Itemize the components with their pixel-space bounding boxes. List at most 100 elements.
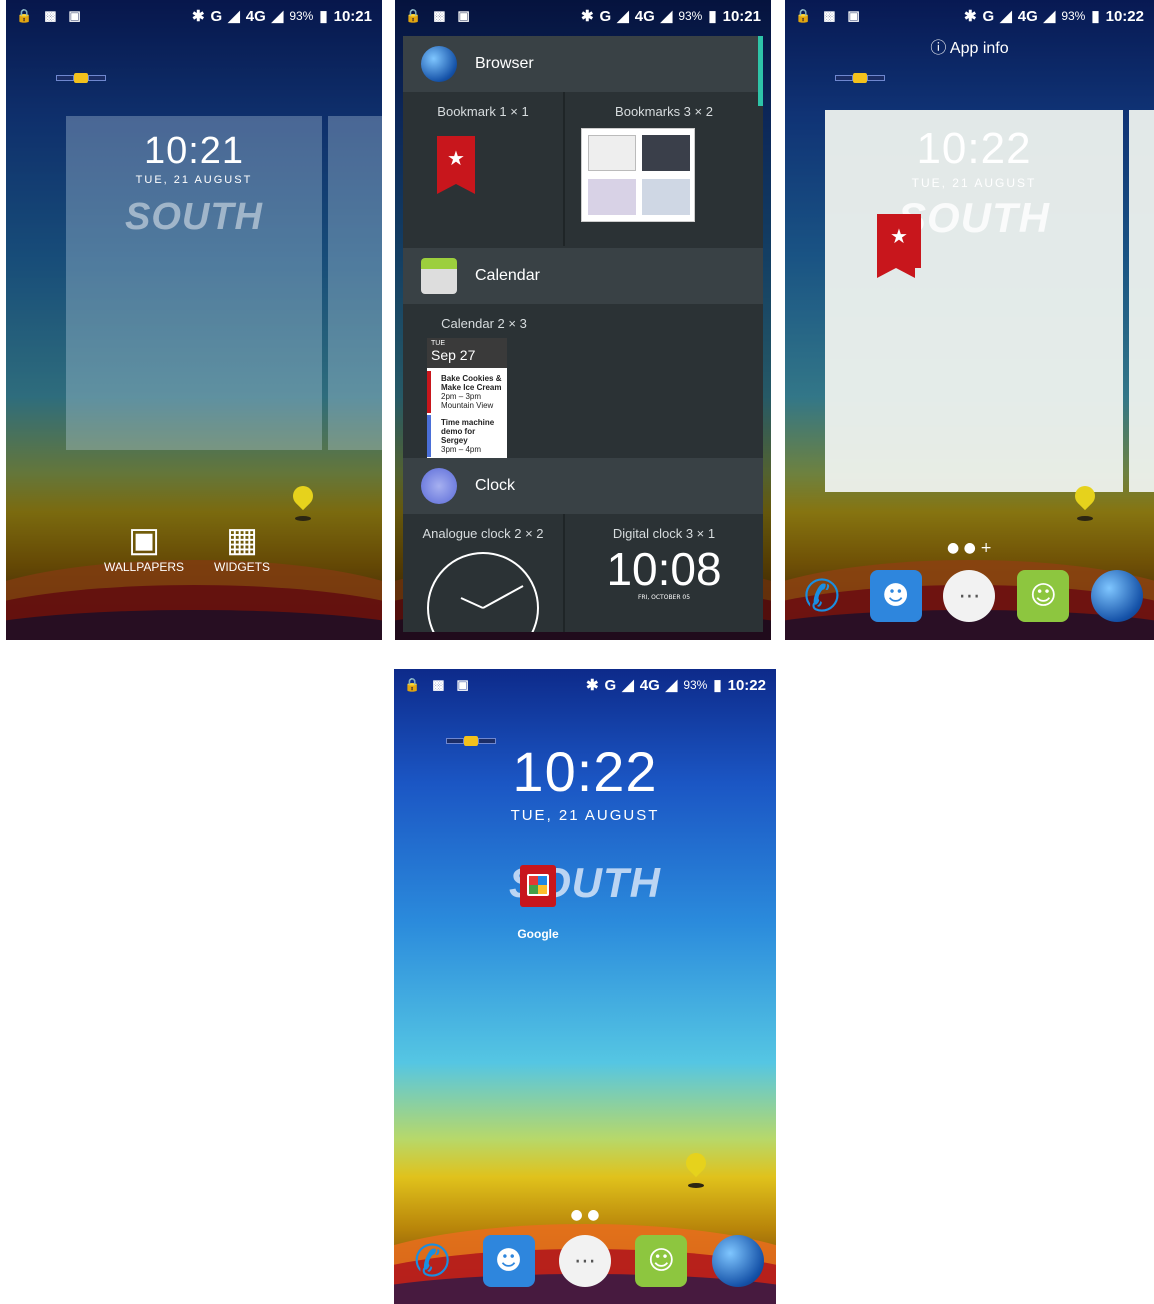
satellite-graphic bbox=[835, 70, 891, 86]
battery-icon: ▮ bbox=[1091, 8, 1100, 25]
wallpapers-button[interactable]: ▣ WALLPAPERS bbox=[104, 520, 184, 574]
google-shortcut-label: Google bbox=[517, 927, 559, 941]
bluetooth-icon: ✱ bbox=[580, 8, 594, 25]
clock-time: 10:22 bbox=[916, 124, 1032, 173]
home-page-preview[interactable]: 10:21 TUE, 21 AUGUST SOUTH bbox=[66, 116, 322, 450]
status-bar: 🔒 ▩ ▣ ✱ G ◢ 4G ◢ 93% ▮ 10:21 bbox=[6, 0, 382, 32]
network-type: G bbox=[599, 7, 612, 25]
battery-icon: ▮ bbox=[319, 8, 328, 25]
lock-icon: 🔒 bbox=[16, 8, 33, 23]
alert-icon: ▣ bbox=[457, 8, 470, 23]
widget-group-title: Clock bbox=[475, 477, 516, 494]
digital-clock-time: 10:08 bbox=[606, 543, 722, 595]
widgets-label: WIDGETS bbox=[214, 560, 270, 574]
bluetooth-icon: ✱ bbox=[963, 8, 977, 25]
status-bar: 🔒 ▩ ▣ ✱ G ◢ 4G ◢ 93% ▮ 10:21 bbox=[395, 0, 771, 32]
google-shortcut-icon[interactable] bbox=[520, 865, 556, 907]
widgets-icon: ▦ bbox=[225, 521, 259, 559]
apps-icon[interactable]: ⋯ bbox=[943, 570, 996, 622]
calendar-date: Sep 27 bbox=[431, 347, 476, 363]
bluetooth-icon: ✱ bbox=[191, 8, 205, 25]
calendar-icon bbox=[421, 258, 457, 294]
messaging-icon[interactable]: ☺ bbox=[1017, 570, 1070, 622]
battery-percent: 93% bbox=[1061, 9, 1086, 23]
browser-icon[interactable] bbox=[711, 1235, 764, 1287]
contacts-icon[interactable]: ☻ bbox=[482, 1235, 535, 1287]
widget-digital-clock[interactable]: Digital clock 3 × 1 10:08 FRI, OCTOBER 0… bbox=[565, 514, 763, 632]
network-4g: 4G bbox=[639, 676, 660, 694]
map-pin-graphic bbox=[288, 481, 318, 521]
widget-group-browser: Browser bbox=[403, 36, 763, 92]
phone-icon[interactable]: ✆ bbox=[406, 1235, 458, 1287]
event-title: Bake Cookies & Make Ice Cream bbox=[441, 374, 502, 392]
battery-icon: ▮ bbox=[708, 8, 717, 25]
signal-icon: ◢ bbox=[271, 8, 284, 25]
widget-analogue-clock[interactable]: Analogue clock 2 × 2 bbox=[403, 514, 565, 632]
wallpapers-icon: ▣ bbox=[127, 521, 161, 559]
clock-date: TUE, 21 AUGUST bbox=[510, 807, 660, 824]
battery-percent: 93% bbox=[678, 9, 703, 23]
widget-group-calendar: Calendar bbox=[403, 248, 763, 304]
page-indicator: ● ● + bbox=[946, 540, 993, 556]
network-4g: 4G bbox=[634, 7, 655, 25]
status-time: 10:21 bbox=[722, 7, 761, 25]
app-info-target[interactable]: ⓘ App info bbox=[785, 34, 1154, 58]
battery-percent: 93% bbox=[683, 678, 708, 692]
satellite-graphic bbox=[56, 70, 112, 86]
status-bar: 🔒 ▩ ▣ ✱ G ◢ 4G ◢ 93% ▮ 10:22 bbox=[785, 0, 1154, 32]
status-bar: 🔒 ▩ ▣ ✱ G ◢ 4G ◢ 93% ▮ 10:22 bbox=[394, 669, 776, 701]
widget-group-title: Calendar bbox=[475, 267, 540, 284]
network-type: G bbox=[982, 7, 995, 25]
status-time: 10:22 bbox=[1105, 7, 1144, 25]
dock: ✆ ☻ ⋯ ☺ bbox=[394, 1235, 776, 1287]
clock-time[interactable]: 10:22 bbox=[394, 739, 776, 804]
next-page-preview[interactable] bbox=[328, 116, 382, 450]
browser-icon[interactable] bbox=[1091, 570, 1144, 622]
widget-list[interactable]: Browser Bookmark 1 × 1 ★ Bookmarks 3 × 2… bbox=[403, 36, 763, 632]
network-type: G bbox=[210, 7, 223, 25]
signal-icon: ◢ bbox=[1043, 8, 1056, 25]
scrollbar[interactable] bbox=[758, 36, 763, 106]
widget-title: Analogue clock 2 × 2 bbox=[422, 526, 544, 541]
calendar-dow: TUE bbox=[431, 340, 445, 347]
screen-widgets: 🔒 ▩ ▣ ✱ G ◢ 4G ◢ 93% ▮ 10:21 Browser Boo… bbox=[395, 0, 771, 640]
widget-title: Bookmarks 3 × 2 bbox=[615, 104, 713, 119]
apps-icon[interactable]: ⋯ bbox=[558, 1235, 611, 1287]
widget-title: Calendar 2 × 3 bbox=[441, 316, 527, 331]
network-4g: 4G bbox=[245, 7, 266, 25]
signal-icon: ◢ bbox=[1000, 8, 1012, 25]
lock-icon: 🔒 bbox=[795, 8, 812, 23]
messaging-icon[interactable]: ☺ bbox=[635, 1235, 688, 1287]
widget-row-clock: Analogue clock 2 × 2 Digital clock 3 × 1… bbox=[403, 514, 763, 632]
widgets-button[interactable]: ▦ WIDGETS bbox=[202, 520, 282, 574]
bookmark-icon: ★ bbox=[437, 136, 475, 194]
bluetooth-icon: ✱ bbox=[585, 677, 599, 694]
event-time: 3pm – 4pm bbox=[441, 445, 482, 454]
page-indicator: ● ● bbox=[570, 1207, 600, 1223]
widget-title: Digital clock 3 × 1 bbox=[612, 526, 716, 541]
next-page-preview[interactable] bbox=[1129, 110, 1154, 492]
widget-group-title: Browser bbox=[475, 55, 534, 72]
alert-icon: ▣ bbox=[847, 8, 860, 23]
home-page-preview[interactable]: 10:22 TUE, 21 AUGUST SOUTH ★ bbox=[825, 110, 1123, 492]
analogue-clock-preview bbox=[427, 552, 539, 632]
sim-icon: ▩ bbox=[823, 8, 836, 23]
dock: ✆ ☻ ⋯ ☺ bbox=[785, 570, 1154, 622]
phone-icon[interactable]: ✆ bbox=[796, 570, 848, 622]
bookmarks-preview bbox=[581, 128, 695, 222]
battery-icon: ▮ bbox=[713, 677, 722, 694]
contacts-icon[interactable]: ☻ bbox=[869, 570, 922, 622]
widget-calendar[interactable]: Calendar 2 × 3 TUE Sep 27 Bake Cookies &… bbox=[403, 304, 565, 458]
network-type: G bbox=[604, 676, 617, 694]
widget-bookmarks[interactable]: Bookmarks 3 × 2 bbox=[565, 92, 763, 246]
event-title: Time machine demo for Sergey bbox=[441, 418, 495, 445]
event-place: Mountain View bbox=[441, 401, 494, 410]
clock-date: TUE, 21 AUGUST bbox=[135, 174, 253, 186]
app-info-label: App info bbox=[949, 40, 1009, 57]
info-icon: ⓘ bbox=[930, 40, 947, 57]
dragging-bookmark-widget[interactable]: ★ bbox=[877, 214, 921, 278]
widget-row-calendar: Calendar 2 × 3 TUE Sep 27 Bake Cookies &… bbox=[403, 304, 763, 458]
clock-date: TUE, 21 AUGUST bbox=[911, 176, 1037, 190]
network-4g: 4G bbox=[1017, 7, 1038, 25]
widget-bookmark[interactable]: Bookmark 1 × 1 ★ bbox=[403, 92, 565, 246]
